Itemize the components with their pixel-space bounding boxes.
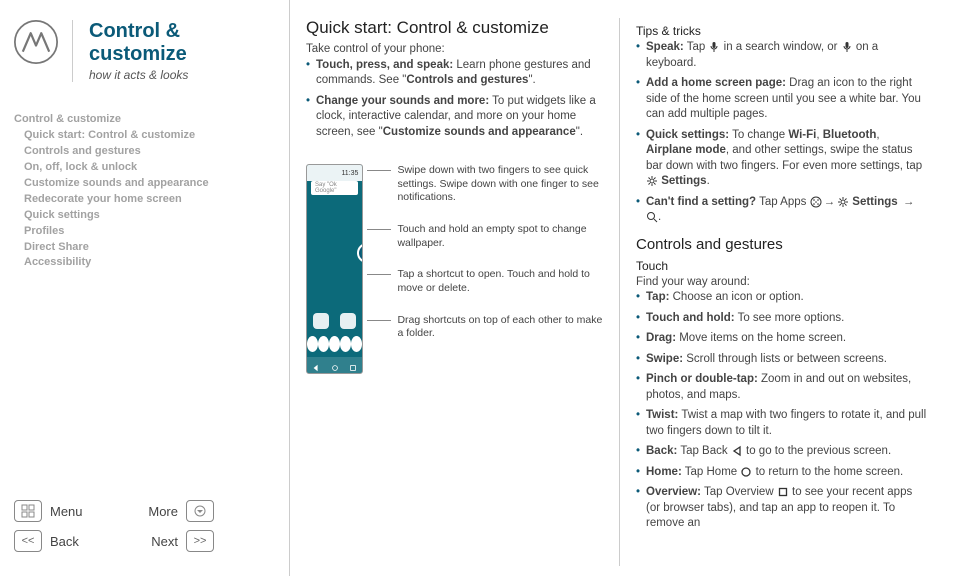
toc-item[interactable]: Quick settings: [14, 208, 279, 224]
list-item: Speak: Tap in a search window, or on a k…: [636, 40, 928, 71]
list-item: Can't find a setting? Tap Apps → Setting…: [636, 195, 928, 226]
callout-list: Swipe down with two fingers to see quick…: [373, 164, 603, 374]
gear-icon: [646, 175, 658, 187]
app-icon-playstore: [340, 313, 356, 329]
tips-heading: Tips & tricks: [636, 24, 928, 38]
toc-main[interactable]: Control & customize: [14, 112, 279, 128]
toc-item[interactable]: Profiles: [14, 224, 279, 240]
phone-mockup: 11:35 Say "Ok Google": [306, 164, 363, 374]
more-button[interactable]: [186, 500, 214, 522]
list-item: Quick settings: To change Wi-Fi, Bluetoo…: [636, 128, 928, 190]
main-content: Quick start: Control & customize Take co…: [290, 0, 954, 576]
page-title: Control & customize: [89, 20, 279, 66]
list-item: Home: Tap Home to return to the home scr…: [636, 465, 928, 481]
section-heading: Quick start: Control & customize: [306, 18, 603, 38]
toc-item[interactable]: Redecorate your home screen: [14, 192, 279, 208]
touch-list: Tap: Choose an icon or option. Touch and…: [636, 290, 928, 532]
list-item: Tap: Choose an icon or option.: [636, 290, 928, 306]
overview-square-icon: [777, 486, 789, 498]
microphone-icon: [841, 41, 853, 53]
list-item: Touch and hold: To see more options.: [636, 311, 928, 327]
toc-item[interactable]: Accessibility: [14, 255, 279, 271]
middle-column: Quick start: Control & customize Take co…: [290, 18, 620, 566]
back-button[interactable]: <<: [14, 530, 42, 552]
back-label: Back: [50, 534, 110, 549]
home-circle-icon: [740, 466, 752, 478]
nav-overview-icon: [349, 361, 357, 369]
phone-statusbar: 11:35: [307, 165, 362, 181]
intro-text: Find your way around:: [636, 275, 928, 291]
dock-apps-icon: [329, 336, 340, 352]
toc-item[interactable]: Direct Share: [14, 240, 279, 256]
phone-illustration-block: 11:35 Say "Ok Google": [306, 164, 603, 374]
list-item: Twist: Twist a map with two fingers to r…: [636, 408, 928, 439]
header-row: Control & customize how it acts & looks: [14, 20, 279, 82]
apps-grid-icon: [810, 196, 822, 208]
phone-app-row: [313, 313, 356, 329]
table-of-contents: Control & customize Quick start: Control…: [14, 112, 279, 271]
list-item: Change your sounds and more: To put widg…: [306, 94, 603, 141]
toc-item[interactable]: Quick start: Control & customize: [14, 128, 279, 144]
dock-chrome-icon: [340, 336, 351, 352]
search-icon: [646, 211, 658, 223]
phone-dock: [307, 333, 362, 355]
target-ring-icon: [357, 243, 363, 263]
callout: Drag shortcuts on top of each other to m…: [373, 314, 603, 341]
right-column: Tips & tricks Speak: Tap in a search win…: [620, 18, 944, 566]
list-item: Drag: Move items on the home screen.: [636, 331, 928, 347]
toc-item[interactable]: Controls and gestures: [14, 144, 279, 160]
bullet-list: Touch, press, and speak: Learn phone ges…: [306, 58, 603, 141]
next-label: Next: [118, 534, 178, 549]
phone-navbar: [307, 357, 362, 373]
motorola-logo-icon: [14, 20, 58, 64]
callout: Touch and hold an empty spot to change w…: [373, 223, 603, 250]
back-triangle-icon: [731, 445, 743, 457]
callout: Tap a shortcut to open. Touch and hold t…: [373, 268, 603, 295]
footer-navigation: Menu More << Back Next >>: [14, 492, 279, 566]
list-item: Overview: Tap Overview to see your recen…: [636, 485, 928, 532]
app-icon-google: [313, 313, 329, 329]
list-item: Back: Tap Back to go to the previous scr…: [636, 444, 928, 460]
left-sidebar: Control & customize how it acts & looks …: [0, 0, 290, 576]
toc-item[interactable]: Customize sounds and appearance: [14, 176, 279, 192]
menu-label: Menu: [50, 504, 110, 519]
callout: Swipe down with two fingers to see quick…: [373, 164, 603, 205]
toc-item[interactable]: On, off, lock & unlock: [14, 160, 279, 176]
list-item: Swipe: Scroll through lists or between s…: [636, 352, 928, 368]
list-item: Add a home screen page: Drag an icon to …: [636, 76, 928, 123]
dock-phone-icon: [307, 336, 318, 352]
page-subtitle: how it acts & looks: [89, 68, 279, 82]
phone-search-bar: Say "Ok Google": [311, 181, 358, 195]
next-button[interactable]: >>: [186, 530, 214, 552]
dock-camera-icon: [351, 336, 362, 352]
microphone-icon: [708, 41, 720, 53]
list-item: Touch, press, and speak: Learn phone ges…: [306, 58, 603, 89]
subsection-heading: Touch: [636, 259, 928, 273]
dock-messages-icon: [318, 336, 329, 352]
nav-home-icon: [331, 361, 339, 369]
menu-button[interactable]: [14, 500, 42, 522]
list-item: Pinch or double-tap: Zoom in and out on …: [636, 372, 928, 403]
section-heading: Controls and gestures: [636, 236, 928, 253]
title-block: Control & customize how it acts & looks: [72, 20, 279, 82]
gear-icon: [837, 196, 849, 208]
document-page: Control & customize how it acts & looks …: [0, 0, 954, 576]
intro-text: Take control of your phone:: [306, 42, 603, 58]
tips-list: Speak: Tap in a search window, or on a k…: [636, 40, 928, 226]
nav-back-icon: [312, 361, 320, 369]
more-label: More: [118, 504, 178, 519]
